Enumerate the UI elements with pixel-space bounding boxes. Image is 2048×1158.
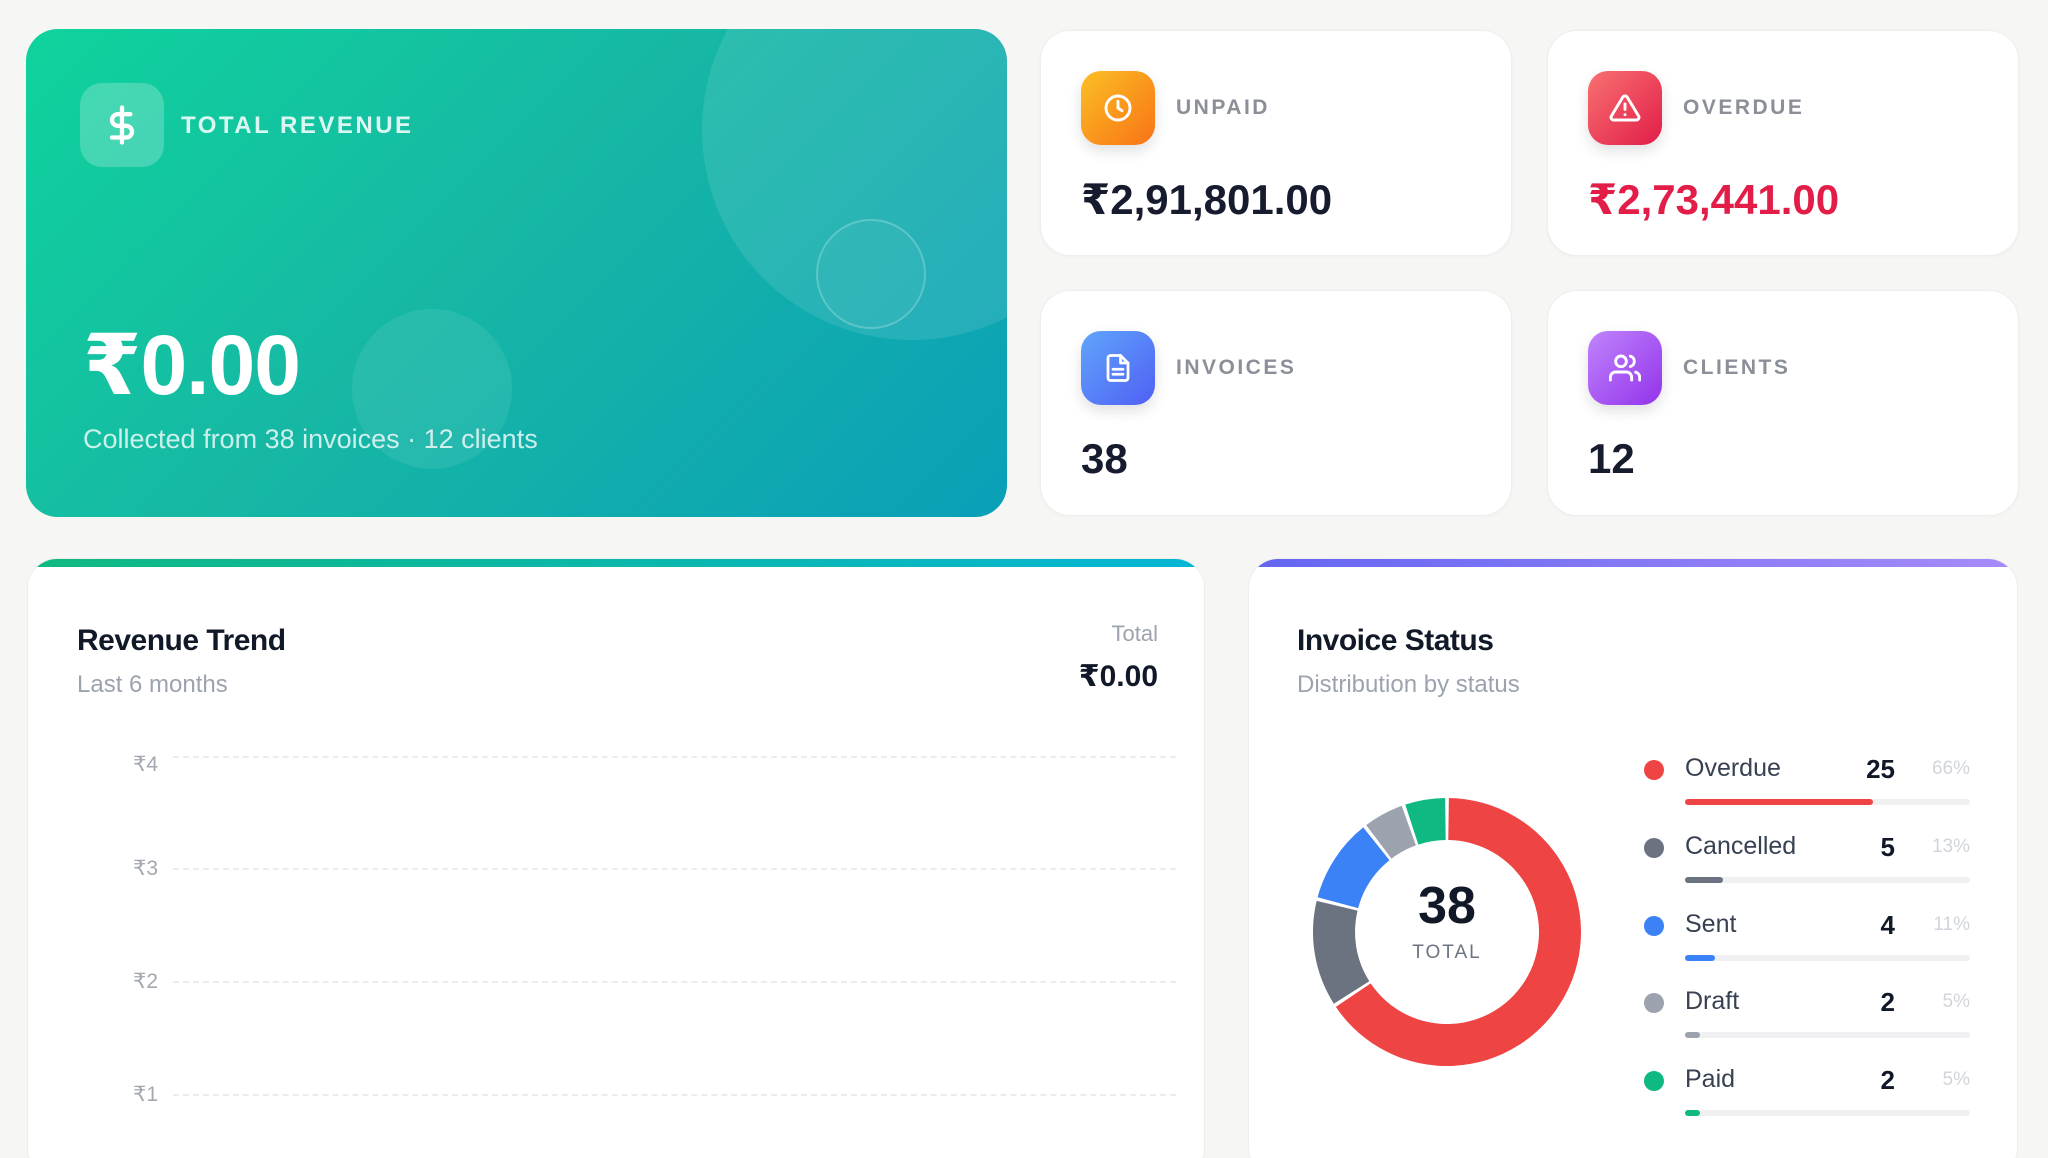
status-name: Draft [1685, 987, 1740, 1015]
status-legend-row-sent: Sent 4 11% [1640, 906, 1970, 966]
panel-accent-bar [28, 559, 1204, 567]
status-color-dot [1644, 916, 1664, 936]
overdue-value: ₹2,73,441.00 [1588, 176, 1840, 223]
status-percent: 66% [1931, 758, 1970, 779]
revenue-trend-title: Revenue Trend [77, 624, 286, 657]
users-icon [1588, 331, 1662, 405]
status-progress-fill [1685, 1110, 1700, 1116]
invoice-status-title: Invoice Status [1297, 624, 1494, 657]
status-count: 2 [1880, 1065, 1895, 1095]
donut-center-value: 38 [1418, 877, 1476, 935]
document-icon [1081, 331, 1155, 405]
overdue-card: OVERDUE ₹2,73,441.00 [1547, 30, 2019, 256]
status-name: Sent [1685, 910, 1737, 938]
gridline [173, 756, 1176, 758]
invoices-card: INVOICES 38 [1040, 290, 1512, 516]
status-color-dot [1644, 838, 1664, 858]
gridline [173, 1094, 1176, 1096]
revenue-trend-subtitle: Last 6 months [77, 671, 228, 698]
status-count: 2 [1880, 987, 1895, 1017]
status-progress-track [1685, 1110, 1970, 1116]
status-progress-track [1685, 799, 1970, 805]
status-color-dot [1644, 1071, 1664, 1091]
total-revenue-card: TOTAL REVENUE ₹0.00 Collected from 38 in… [26, 29, 1007, 517]
status-count: 4 [1880, 910, 1895, 940]
unpaid-label: UNPAID [1176, 96, 1270, 119]
total-revenue-subtitle: Collected from 38 invoices · 12 clients [83, 424, 538, 454]
revenue-trend-panel: Revenue Trend Last 6 months Total ₹0.00 … [27, 558, 1205, 1158]
unpaid-card: UNPAID ₹2,91,801.00 [1040, 30, 1512, 256]
status-legend-row-overdue: Overdue 25 66% [1640, 750, 1970, 810]
unpaid-value: ₹2,91,801.00 [1081, 176, 1333, 223]
status-count: 25 [1866, 754, 1895, 784]
status-name: Paid [1685, 1065, 1736, 1093]
status-legend-row-paid: Paid 2 5% [1640, 1061, 1970, 1121]
invoices-value: 38 [1081, 435, 1128, 482]
status-percent: 11% [1933, 914, 1970, 935]
status-progress-track [1685, 1032, 1970, 1038]
y-tick-label: ₹3 [132, 857, 158, 880]
total-revenue-label: TOTAL REVENUE [181, 112, 414, 139]
status-percent: 5% [1942, 1069, 1970, 1090]
status-progress-fill [1685, 955, 1715, 961]
y-tick-label: ₹2 [132, 970, 158, 993]
status-legend-row-draft: Draft 2 5% [1640, 983, 1970, 1043]
status-color-dot [1644, 993, 1664, 1013]
invoice-status-subtitle: Distribution by status [1297, 671, 1520, 698]
gridline [173, 981, 1176, 983]
status-color-dot [1644, 760, 1664, 780]
trend-total-value: ₹0.00 [1078, 660, 1158, 693]
y-tick-label: ₹1 [132, 1083, 158, 1106]
status-name: Cancelled [1685, 832, 1797, 860]
panel-accent-bar [1249, 559, 2017, 567]
status-progress-fill [1685, 877, 1723, 883]
dollar-icon [80, 83, 164, 167]
trend-total-label: Total [1111, 621, 1158, 646]
donut-center-label: TOTAL [1412, 942, 1482, 963]
status-count: 5 [1880, 832, 1895, 862]
status-progress-track [1685, 877, 1970, 883]
decorative-ring [816, 219, 926, 329]
status-percent: 13% [1931, 836, 1970, 857]
clients-value: 12 [1588, 435, 1635, 482]
clock-icon [1081, 71, 1155, 145]
status-legend-row-cancelled: Cancelled 5 13% [1640, 828, 1970, 888]
overdue-label: OVERDUE [1683, 96, 1805, 119]
status-name: Overdue [1685, 754, 1781, 782]
gridline [173, 868, 1176, 870]
status-progress-fill [1685, 1032, 1700, 1038]
status-progress-fill [1685, 799, 1873, 805]
alert-triangle-icon [1588, 71, 1662, 145]
status-progress-track [1685, 955, 1970, 961]
clients-label: CLIENTS [1683, 356, 1791, 379]
invoices-label: INVOICES [1176, 356, 1297, 379]
y-tick-label: ₹4 [132, 753, 158, 776]
total-revenue-amount: ₹0.00 [83, 318, 301, 412]
clients-card: CLIENTS 12 [1547, 290, 2019, 516]
status-percent: 5% [1942, 991, 1970, 1012]
